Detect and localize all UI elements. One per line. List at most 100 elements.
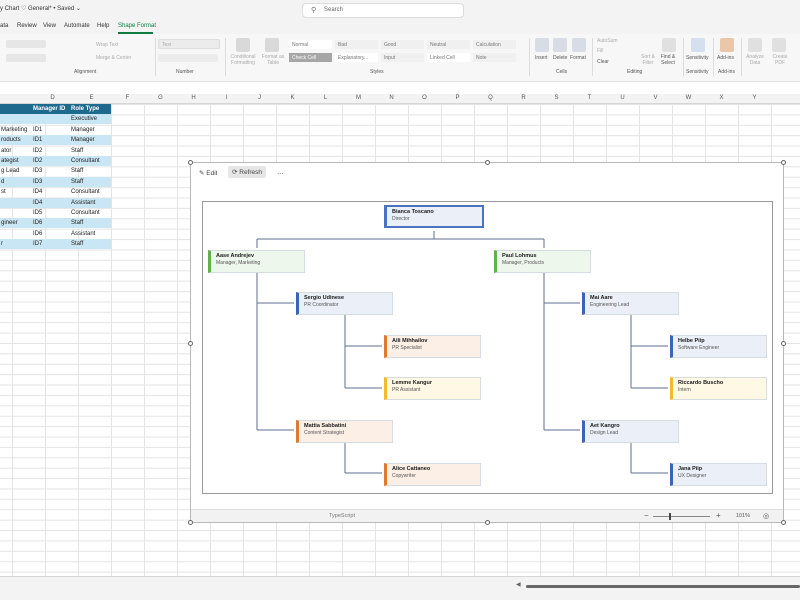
column-header[interactable]: R	[507, 95, 540, 101]
style-good[interactable]: Good	[381, 40, 424, 49]
table-cell[interactable]: ator	[0, 146, 32, 156]
column-header[interactable]: P	[441, 95, 474, 101]
column-header[interactable]: F	[111, 95, 144, 101]
table-cell[interactable]	[0, 208, 32, 218]
resize-handle[interactable]	[781, 160, 786, 165]
tab-review[interactable]: Review	[17, 23, 37, 29]
tab-shape-format[interactable]: Shape Format	[118, 23, 156, 29]
zoom-slider-handle[interactable]	[669, 513, 671, 520]
table-cell[interactable]: ategist	[0, 156, 32, 166]
table-cell[interactable]: ID1	[32, 135, 70, 146]
analyze-data-button[interactable]: Analyze Data	[744, 54, 766, 66]
table-cell[interactable]: Marketing	[0, 125, 32, 135]
table-cell[interactable]: Staff	[70, 166, 111, 176]
search-box[interactable]: ⚲ Search	[302, 3, 464, 18]
sensitivity-button[interactable]: Sensitivity	[686, 55, 709, 61]
column-header[interactable]: E	[75, 95, 108, 101]
find-select-button[interactable]: Find & Select	[656, 54, 680, 66]
table-cell[interactable]: ID3	[32, 176, 70, 187]
table-cell[interactable]: st	[0, 187, 32, 197]
node-mattia[interactable]: Mattia Sabbatini Content Strategist	[296, 420, 393, 443]
create-pdf-icon[interactable]	[772, 38, 786, 52]
table-cell[interactable]: ID7	[32, 239, 70, 250]
column-header[interactable]: O	[408, 95, 441, 101]
node-lemme[interactable]: Lemme Kangur PR Assistant	[384, 377, 481, 400]
autosum-button[interactable]: AutoSum	[597, 38, 618, 44]
table-cell[interactable]: Consultant	[70, 187, 111, 197]
table-cell[interactable]: ID5	[32, 208, 70, 218]
column-header[interactable]: I	[210, 95, 243, 101]
column-header[interactable]: K	[276, 95, 309, 101]
table-cell[interactable]	[32, 114, 70, 125]
scroll-left-icon[interactable]: ◀	[516, 581, 521, 588]
refresh-button[interactable]: ⟳ Refresh	[228, 166, 267, 178]
column-header[interactable]: L	[309, 95, 342, 101]
table-cell[interactable]: Consultant	[70, 156, 111, 166]
table-cell[interactable]: gineer	[0, 218, 32, 229]
format-as-table-button[interactable]: Format as Table	[260, 54, 286, 66]
column-header[interactable]: J	[243, 95, 276, 101]
table-cell[interactable]: Staff	[70, 218, 111, 229]
table-cell[interactable]: ID4	[32, 197, 70, 208]
table-cell[interactable]: Assistant	[70, 197, 111, 208]
resize-handle[interactable]	[781, 520, 786, 525]
align-row-top[interactable]	[6, 40, 46, 48]
table-cell[interactable]: Manager	[70, 125, 111, 135]
table-cell[interactable]: Executive	[70, 114, 111, 125]
column-header[interactable]: T	[573, 95, 606, 101]
node-aase[interactable]: Aase Andrejev Manager, Marketing	[208, 250, 305, 273]
node-paul[interactable]: Paul Lohmus Manager, Products	[494, 250, 591, 273]
insert-button[interactable]: Insert	[535, 55, 548, 61]
conditional-formatting-button[interactable]: Conditional Formatting	[228, 54, 258, 66]
node-alice[interactable]: Alice Cattaneo Copywriter	[384, 463, 481, 486]
format-button[interactable]: Format	[570, 55, 586, 61]
table-cell[interactable]: ID1	[32, 125, 70, 135]
more-options-button[interactable]: …	[277, 169, 284, 176]
column-header[interactable]: H	[177, 95, 210, 101]
number-format-buttons[interactable]	[158, 54, 218, 62]
column-header[interactable]: U	[606, 95, 639, 101]
style-explanatory[interactable]: Explanatory...	[335, 53, 378, 62]
column-header[interactable]: Y	[738, 95, 771, 101]
merge-center-button[interactable]: Merge & Center	[96, 55, 131, 61]
table-cell[interactable]: d	[0, 176, 32, 187]
format-as-table-icon[interactable]	[265, 38, 279, 52]
sensitivity-icon[interactable]	[691, 38, 705, 52]
table-cell[interactable]: ID2	[32, 146, 70, 156]
sort-filter-button[interactable]: Sort & Filter	[638, 54, 658, 66]
table-cell[interactable]: ID6	[32, 218, 70, 229]
zoom-out-button[interactable]: −	[644, 511, 649, 520]
style-normal[interactable]: Normal	[289, 40, 332, 49]
addins-button[interactable]: Add-ins	[717, 55, 734, 61]
column-header[interactable]: W	[672, 95, 705, 101]
table-cell[interactable]	[0, 114, 32, 125]
column-header[interactable]: D	[36, 95, 69, 101]
org-chart-object[interactable]: ✎ Edit ⟳ Refresh … Bianca Toscano Direct…	[188, 160, 786, 525]
create-pdf-button[interactable]: Create PDF	[769, 54, 791, 66]
table-header-cell[interactable]: Manager ID	[32, 104, 70, 114]
conditional-formatting-icon[interactable]	[236, 38, 250, 52]
column-header[interactable]: X	[705, 95, 738, 101]
style-linked-cell[interactable]: Linked Cell	[427, 53, 470, 62]
tab-data[interactable]: ata	[0, 23, 8, 29]
analyze-data-icon[interactable]	[748, 38, 762, 52]
table-cell[interactable]: Manager	[70, 135, 111, 146]
table-cell[interactable]	[0, 229, 32, 239]
column-header[interactable]: S	[540, 95, 573, 101]
table-cell[interactable]: Staff	[70, 239, 111, 250]
delete-button[interactable]: Delete	[553, 55, 567, 61]
table-cell[interactable]: Staff	[70, 146, 111, 156]
table-cell[interactable]: ID3	[32, 166, 70, 176]
table-cell[interactable]: Staff	[70, 176, 111, 187]
resize-handle[interactable]	[485, 520, 490, 525]
column-header[interactable]: V	[639, 95, 672, 101]
find-icon[interactable]	[662, 38, 676, 52]
table-cell[interactable]: roducts	[0, 135, 32, 146]
tab-view[interactable]: View	[43, 23, 56, 29]
node-aet[interactable]: Aet Kangro Design Lead	[582, 420, 679, 443]
style-bad[interactable]: Bad	[335, 40, 378, 49]
resize-handle[interactable]	[188, 160, 193, 165]
table-cell[interactable]: ID4	[32, 187, 70, 197]
tab-automate[interactable]: Automate	[64, 23, 90, 29]
table-cell[interactable]: ID6	[32, 229, 70, 239]
